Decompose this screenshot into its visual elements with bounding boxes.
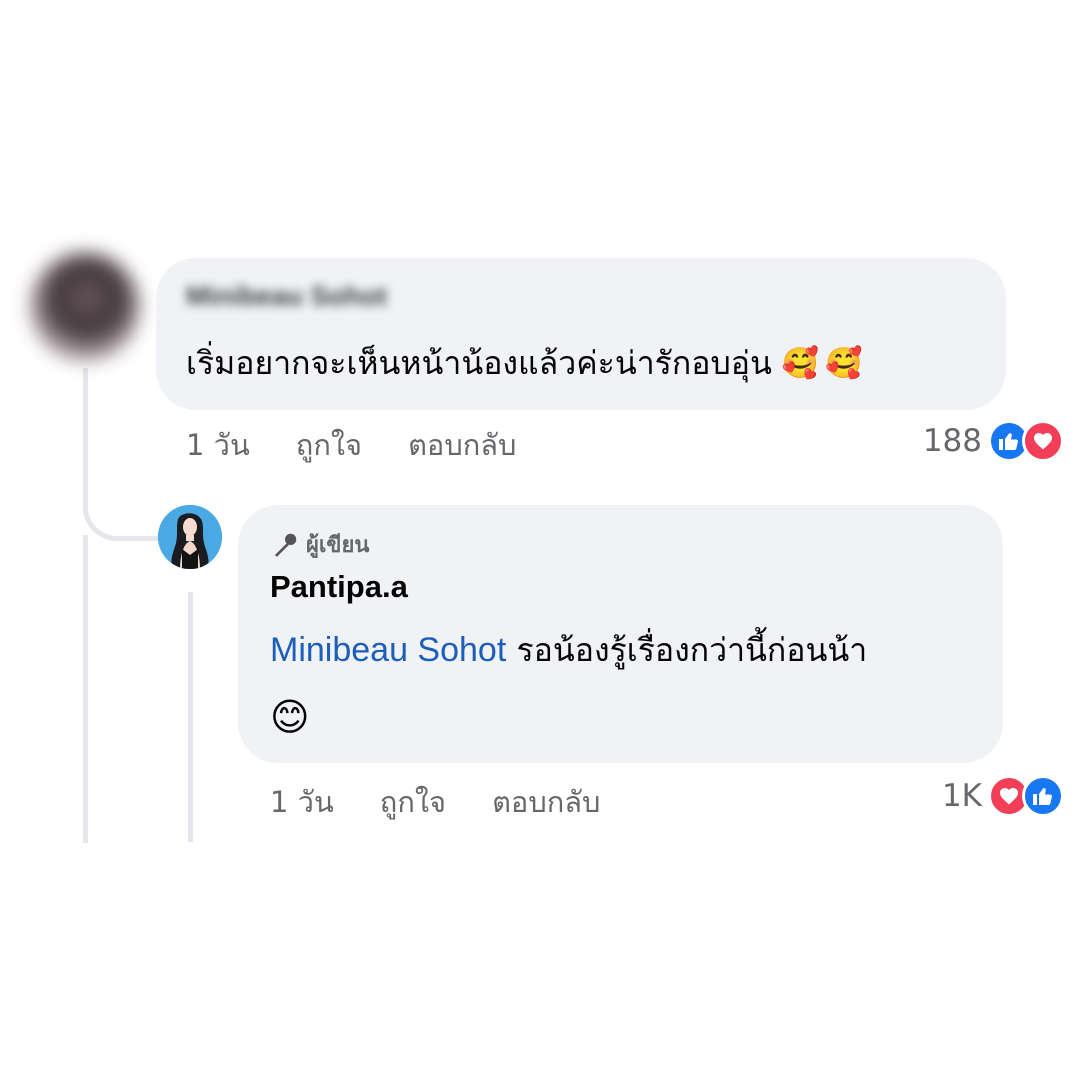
reaction-count: 1K bbox=[941, 778, 982, 814]
reply-author-name[interactable]: Pantipa.a bbox=[270, 569, 408, 605]
reply-body: รอน้องรู้เรื่องกว่านี้ก่อนน้า bbox=[516, 631, 868, 669]
comment-reactions[interactable]: 188 bbox=[923, 420, 1064, 462]
like-icon bbox=[1022, 775, 1064, 817]
reply-reply-button[interactable]: ตอบกลับ bbox=[492, 779, 600, 825]
reply-reactions[interactable]: 1K bbox=[942, 775, 1064, 817]
reply-timestamp[interactable]: 1 วัน bbox=[270, 779, 334, 825]
comment-bubble: Minibeau Sohot เริ่มอยากจะเห็นหน้าน้องแล… bbox=[156, 258, 1006, 410]
comment-body: เริ่มอยากจะเห็นหน้าน้องแล้วค่ะน่ารักอบอุ… bbox=[186, 344, 772, 382]
reply-thread-line bbox=[188, 592, 193, 842]
author-badge-label: ผู้เขียน bbox=[306, 533, 370, 558]
smiling-hearts-emoji: 🥰 bbox=[825, 346, 863, 381]
comment-timestamp[interactable]: 1 วัน bbox=[186, 422, 250, 468]
smiling-hearts-emoji: 🥰 bbox=[781, 346, 820, 381]
comment-text: เริ่มอยากจะเห็นหน้าน้องแล้วค่ะน่ารักอบอุ… bbox=[186, 338, 863, 389]
commenter-avatar[interactable] bbox=[30, 252, 140, 362]
comment-emoji-group: 🥰 🥰 bbox=[782, 346, 863, 381]
reaction-count: 188 bbox=[922, 423, 982, 459]
mention-link[interactable]: Minibeau Sohot bbox=[270, 631, 506, 669]
love-icon bbox=[1022, 420, 1064, 462]
smiling-face-emoji: 😊 bbox=[270, 695, 310, 739]
comment-author-name[interactable]: Minibeau Sohot bbox=[186, 281, 387, 312]
thread-line bbox=[83, 535, 88, 843]
author-avatar[interactable] bbox=[158, 505, 222, 569]
reply-bubble: ผู้เขียน Pantipa.a Minibeau Sohot รอน้อง… bbox=[238, 505, 1003, 763]
reply-actions: 1 วัน ถูกใจ ตอบกลับ bbox=[270, 779, 600, 825]
comment-like-button[interactable]: ถูกใจ bbox=[296, 422, 362, 468]
reply-text: Minibeau Sohot รอน้องรู้เรื่องกว่านี้ก่อ… bbox=[270, 625, 867, 676]
comment-actions: 1 วัน ถูกใจ ตอบกลับ bbox=[186, 422, 516, 468]
author-badge: ผู้เขียน bbox=[270, 527, 369, 562]
microphone-icon bbox=[270, 530, 300, 560]
reply-like-button[interactable]: ถูกใจ bbox=[380, 779, 446, 825]
comment-reply-button[interactable]: ตอบกลับ bbox=[408, 422, 516, 468]
